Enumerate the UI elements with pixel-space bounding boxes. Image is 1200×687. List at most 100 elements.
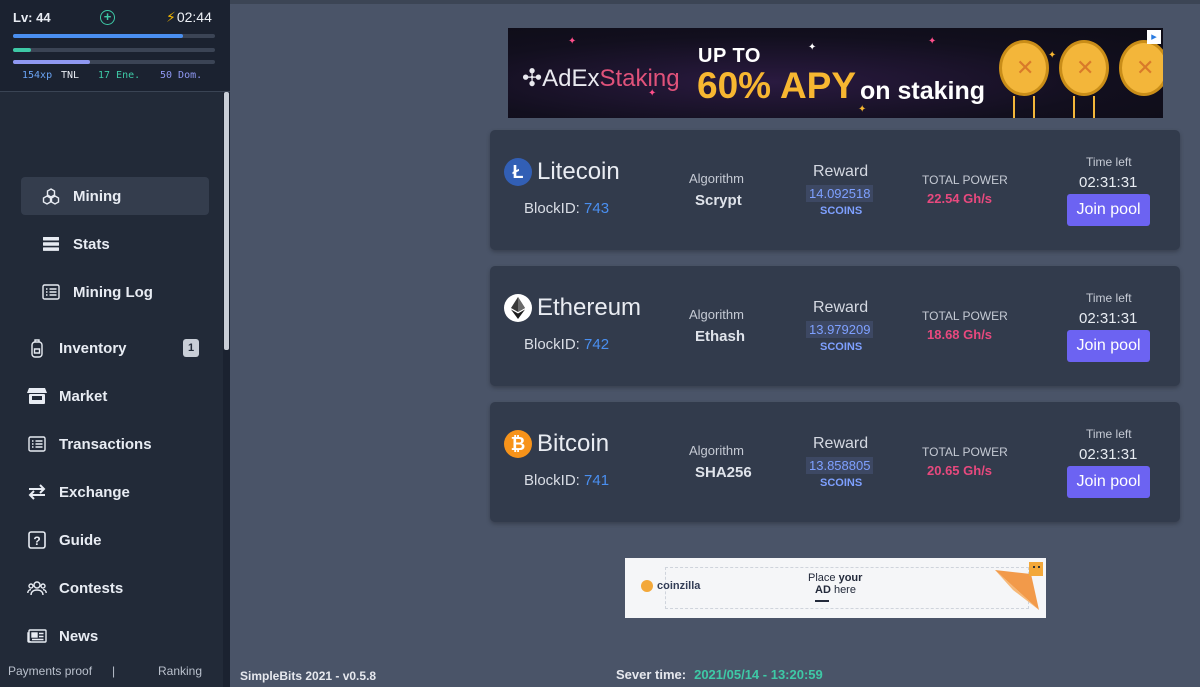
- coin-mascot-icon: ✕: [1119, 40, 1163, 96]
- sidebar-item-transactions[interactable]: Transactions: [27, 425, 152, 463]
- block-id: BlockID: 741: [524, 472, 609, 489]
- reward-label: Reward: [813, 299, 869, 316]
- sidebar-item-exchange[interactable]: Exchange: [27, 473, 130, 511]
- adchoices-icon[interactable]: ▸: [1147, 30, 1161, 44]
- dom-progress-bar: [13, 60, 215, 64]
- total-power-value: 18.68 Gh/s: [927, 327, 993, 342]
- total-power-label: TOTAL POWER: [922, 309, 1008, 323]
- energy-count: 17 Ene.: [98, 70, 141, 81]
- coin-name: Bitcoin: [537, 430, 610, 457]
- svg-text:?: ?: [33, 534, 40, 548]
- ad-text: AD: [815, 584, 831, 596]
- reward-label: Reward: [813, 435, 869, 452]
- block-id-value: 743: [584, 200, 610, 217]
- algorithm-label: Algorithm: [689, 171, 744, 186]
- block-id: BlockID: 742: [524, 336, 609, 353]
- sidebar-item-label: Exchange: [59, 483, 130, 501]
- coinzilla-logo-icon: [641, 580, 653, 593]
- list-icon: [27, 434, 47, 454]
- time-left-value: 02:31:31: [1079, 310, 1138, 327]
- sparkle-icon: ✦: [568, 36, 577, 47]
- sidebar-item-label: Market: [59, 387, 108, 405]
- time-left-value: 02:31:31: [1079, 446, 1138, 463]
- sparkle-icon: ✦: [1048, 50, 1057, 61]
- list-icon: [41, 282, 61, 302]
- total-power-value: 22.54 Gh/s: [927, 191, 993, 206]
- store-icon: [27, 386, 47, 406]
- sidebar-item-news[interactable]: News: [27, 617, 98, 655]
- join-pool-button[interactable]: Join pool: [1067, 330, 1150, 362]
- reward-value: 13.858805: [806, 457, 874, 474]
- adex-banner-ad[interactable]: ✦ ✦ ✦ ✦ ✦ ✦ ✣AdExStaking UP TO 60% APY o…: [508, 28, 1163, 118]
- join-pool-button[interactable]: Join pool: [1067, 194, 1150, 226]
- sidebar-item-guide[interactable]: ? Guide: [27, 521, 102, 559]
- block-id-value: 741: [584, 472, 610, 489]
- adex-x-icon: ✣: [522, 65, 543, 92]
- block-id-value: 742: [584, 336, 610, 353]
- sidebar-item-label: Inventory: [59, 339, 127, 357]
- ranking-link[interactable]: Ranking: [158, 664, 202, 678]
- energy-timer: ⚡02:44: [166, 9, 212, 26]
- sparkle-icon: ✦: [928, 36, 937, 47]
- tnl-label: TNL: [61, 70, 80, 81]
- total-power-label: TOTAL POWER: [922, 445, 1008, 459]
- payments-proof-link[interactable]: Payments proof: [8, 664, 92, 678]
- cubes-icon: [41, 186, 61, 206]
- block-label: BlockID:: [524, 472, 580, 489]
- time-left-label: Time left: [1086, 155, 1132, 169]
- coinzilla-logo: coinzilla: [641, 580, 700, 593]
- coin-title: Ł Litecoin: [504, 158, 620, 186]
- inventory-count-badge: 1: [183, 339, 199, 357]
- server-time-label: Sever time:: [616, 667, 687, 682]
- coin-leg: [1013, 96, 1015, 118]
- bitcoin-icon: ₿: [504, 430, 532, 458]
- join-pool-button[interactable]: Join pool: [1067, 466, 1150, 498]
- coinzilla-banner-ad[interactable]: coinzilla Place your AD here: [625, 558, 1046, 618]
- lightning-icon: ⚡: [166, 9, 176, 25]
- time-left-label: Time left: [1086, 291, 1132, 305]
- ad-underline: [815, 600, 829, 602]
- sidebar: Lv: 44 + ⚡02:44 154xp TNL 17 Ene. 50 Dom…: [0, 0, 230, 687]
- total-power-label: TOTAL POWER: [922, 173, 1008, 187]
- block-id: BlockID: 743: [524, 200, 609, 217]
- exchange-icon: [27, 482, 47, 502]
- xp-tnl: 154xp: [22, 70, 53, 81]
- litecoin-icon: Ł: [504, 158, 532, 186]
- sidebar-item-inventory[interactable]: Inventory 1: [27, 329, 199, 367]
- time-left-value: 02:31:31: [1079, 174, 1138, 191]
- adex-logo: ✣AdExStaking: [522, 64, 680, 93]
- place-your-ad-text: Place your AD here: [808, 572, 862, 602]
- sidebar-item-mining[interactable]: Mining: [21, 177, 209, 215]
- reward-value: 14.092518: [806, 185, 874, 202]
- block-label: BlockID:: [524, 336, 580, 353]
- sidebar-item-stats[interactable]: Stats: [41, 225, 110, 263]
- algorithm-value: Ethash: [695, 328, 746, 345]
- sparkle-icon: ✦: [808, 42, 817, 53]
- pool-card-litecoin: Ł Litecoin BlockID: 743 Algorithm Scrypt…: [490, 130, 1180, 250]
- here-text: here: [830, 584, 856, 596]
- sidebar-item-label: Guide: [59, 531, 102, 549]
- total-power-value: 20.65 Gh/s: [927, 463, 993, 478]
- coin-title: ₿ Bitcoin: [504, 430, 609, 458]
- newspaper-icon: [27, 626, 47, 646]
- add-energy-icon[interactable]: +: [100, 10, 115, 25]
- your-text: your: [838, 572, 863, 584]
- coin-leg: [1073, 96, 1075, 118]
- ethereum-icon: [504, 294, 532, 322]
- sidebar-item-mining-log[interactable]: Mining Log: [41, 273, 153, 311]
- reward-unit: SCOINS: [820, 477, 863, 489]
- sidebar-item-label: Stats: [73, 235, 110, 253]
- dom-count: 50 Dom.: [160, 70, 203, 81]
- sidebar-item-label: Mining: [73, 187, 122, 205]
- sidebar-item-contests[interactable]: Contests: [27, 569, 123, 607]
- sidebar-scrollbar-thumb[interactable]: [224, 92, 229, 350]
- coin-name: Litecoin: [537, 158, 620, 185]
- algorithm-value: SHA256: [695, 464, 752, 481]
- block-label: BlockID:: [524, 200, 580, 217]
- ad-headline-staking: on staking: [860, 77, 986, 105]
- energy-time: 02:44: [176, 9, 212, 25]
- sidebar-item-label: Mining Log: [73, 283, 153, 301]
- reward-unit: SCOINS: [820, 205, 863, 217]
- sidebar-item-market[interactable]: Market: [27, 377, 107, 415]
- xp-progress-fill: [13, 34, 183, 38]
